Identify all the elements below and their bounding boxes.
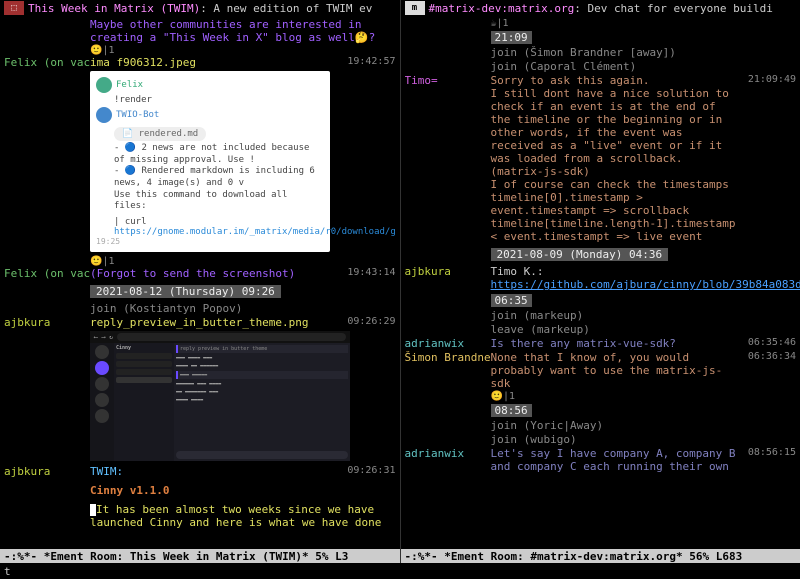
- join-event: join (markeup): [405, 309, 797, 322]
- sender: ajbkura: [4, 465, 90, 478]
- message-body: It has been almost two weeks since we ha…: [90, 503, 396, 529]
- avatar-icon: [96, 107, 112, 123]
- date-divider: 2021-08-09 (Monday) 04:36: [491, 248, 669, 261]
- card-ts: 19:25: [96, 237, 324, 246]
- time-divider: 21:09: [491, 31, 532, 44]
- message-body: Is there any matrix-vue-sdk?: [491, 337, 739, 350]
- card-command: | curl https://gnome.modular.im/_matrix/…: [114, 217, 324, 237]
- modeline-text: -:%*- *Ement Room: This Week in Matrix (…: [4, 550, 348, 563]
- heading: Cinny v1.1.0: [90, 484, 396, 497]
- card-sender: Felix: [116, 80, 143, 90]
- attachment-bubble[interactable]: 📄 rendered.md: [114, 127, 206, 141]
- timestamp: 19:43:14: [338, 267, 396, 278]
- reaction[interactable]: 🙂|1: [491, 391, 797, 402]
- join-event: join (Caporal Clément): [405, 60, 797, 73]
- card-line: - 🔵 2 news are not included because of m…: [114, 143, 324, 166]
- room-name: #matrix-dev:matrix.org: [429, 2, 575, 15]
- timestamp: 06:36:34: [738, 351, 796, 362]
- minibuffer-text: t: [4, 565, 11, 578]
- join-event: join (Yoric|Away): [405, 419, 797, 432]
- reaction[interactable]: 🙂|1: [90, 256, 396, 267]
- join-event: join (Šimon Brandner [away]): [405, 46, 797, 59]
- message-scroll-right[interactable]: ☕|1 21:09 join (Šimon Brandner [away]) j…: [401, 16, 800, 563]
- reaction[interactable]: 🙂|1: [90, 45, 396, 56]
- timestamp: 19:42:57: [338, 56, 396, 67]
- reaction[interactable]: ☕|1: [491, 18, 797, 29]
- avatar-icon: [96, 77, 112, 93]
- message-body: Maybe other communities are interested i…: [90, 18, 396, 44]
- timestamp: 09:26:31: [338, 465, 396, 476]
- card-line: Use this command to download all files:: [114, 190, 324, 213]
- url-link[interactable]: https://gnome.modular.im/_matrix/media/r…: [114, 227, 396, 237]
- sender: Felix (on vaca: [4, 267, 90, 280]
- pane-left: ⬚ This Week in Matrix (TWIM) : A new edi…: [0, 0, 401, 563]
- image-preview-dark[interactable]: ⟵⟶↻ Cinny reply preview in butter theme …: [90, 331, 350, 461]
- message-body: Let's say I have company A, company B an…: [491, 447, 739, 473]
- topbar-left: ⬚ This Week in Matrix (TWIM) : A new edi…: [0, 0, 400, 16]
- message-scroll-left[interactable]: Maybe other communities are interested i…: [0, 16, 400, 563]
- date-divider: 2021-08-12 (Thursday) 09:26: [90, 285, 281, 298]
- modeline-left: -:%*- *Ement Room: This Week in Matrix (…: [0, 549, 400, 563]
- leave-event: leave (markeup): [405, 323, 797, 336]
- message-body: (Forgot to send the screenshot): [90, 267, 338, 280]
- message-body: None that I know of, you would probably …: [491, 351, 739, 390]
- sender: adrianwix: [405, 447, 491, 460]
- timestamp: 21:09:49: [738, 74, 796, 85]
- sender: adrianwix: [405, 337, 491, 350]
- time-divider: 06:35: [491, 294, 532, 307]
- message-body: Sorry to ask this again. I still dont ha…: [491, 74, 739, 243]
- join-event: join (wubigo): [405, 433, 797, 446]
- message-body[interactable]: ima f906312.jpeg: [90, 56, 338, 69]
- minibuffer[interactable]: t: [0, 563, 800, 579]
- message-body: TWIM:: [90, 465, 338, 478]
- modeline-right: -:%*- *Ement Room: #matrix-dev:matrix.or…: [401, 549, 800, 563]
- message-body: Timo K.: https://github.com/ajbura/cinny…: [491, 265, 800, 291]
- room-name: This Week in Matrix (TWIM): [28, 2, 200, 15]
- sender: ajbkura: [405, 265, 491, 278]
- time-divider: 08:56: [491, 404, 532, 417]
- message-body[interactable]: reply_preview_in_butter_theme.png: [90, 316, 338, 329]
- join-event: join (Kostiantyn Popov): [4, 302, 396, 315]
- room-topic: : A new edition of TWIM ev: [200, 2, 372, 15]
- sender: Timo=: [405, 74, 491, 87]
- room-avatar-icon: ⬚: [4, 1, 24, 15]
- timestamp: 09:26:29: [338, 316, 396, 327]
- room-avatar-icon: m: [405, 1, 425, 15]
- room-topic: : Dev chat for everyone buildi: [574, 2, 773, 15]
- sender: ajbkura: [4, 316, 90, 329]
- url-link[interactable]: https://github.com/ajbura/cinny/blob/39b…: [491, 278, 800, 291]
- card-line: - 🔵 Rendered markdown is including 6 new…: [114, 166, 324, 189]
- timestamp: 08:56:15: [738, 447, 796, 458]
- pane-right: m #matrix-dev:matrix.org : Dev chat for …: [401, 0, 800, 563]
- card-command: !render: [114, 95, 324, 105]
- image-preview-card[interactable]: Felix !render TWIO-Bot 📄 rendered.md - 🔵…: [90, 71, 330, 252]
- card-sender: TWIO-Bot: [116, 110, 159, 120]
- topbar-right: m #matrix-dev:matrix.org : Dev chat for …: [401, 0, 800, 16]
- modeline-text: -:%*- *Ement Room: #matrix-dev:matrix.or…: [405, 550, 743, 563]
- timestamp: 06:35:46: [738, 337, 796, 348]
- sender: Šimon Brandner: [405, 351, 491, 364]
- sender: Felix (on vaca: [4, 56, 90, 69]
